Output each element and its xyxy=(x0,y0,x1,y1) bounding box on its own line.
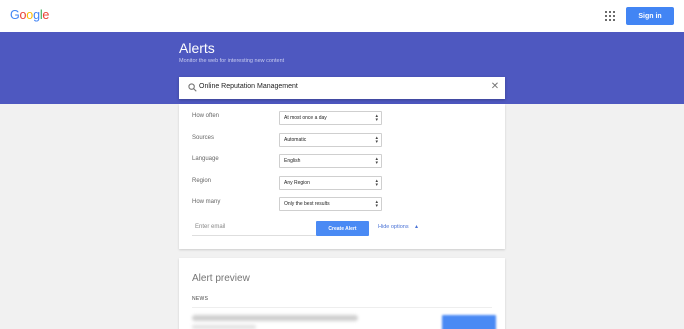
how-often-select[interactable]: At most once a day ▴ ▾ xyxy=(279,111,382,125)
select-arrows-icon: ▴ ▾ xyxy=(375,199,378,209)
logo-letter: o xyxy=(19,8,27,22)
option-row-language: Language English ▴ ▾ xyxy=(192,154,492,168)
logo-letter: o xyxy=(26,8,34,22)
select-arrows-icon: ▴ ▾ xyxy=(375,135,378,145)
option-label: Region xyxy=(192,178,212,184)
apps-grid-icon[interactable] xyxy=(605,11,615,21)
page-subtitle: Monitor the web for interesting new cont… xyxy=(179,58,285,64)
google-logo[interactable]: Google xyxy=(10,8,49,22)
page-title: Alerts xyxy=(179,40,215,56)
create-alert-button[interactable]: Create Alert xyxy=(316,221,369,236)
option-label: How often xyxy=(192,113,220,119)
top-bar: Google Sign in xyxy=(0,0,684,32)
select-arrows-icon: ▴ ▾ xyxy=(375,156,378,166)
logo-letter: g xyxy=(33,8,40,22)
logo-letter: e xyxy=(42,8,50,22)
blurred-result-title xyxy=(192,315,358,321)
sign-in-button[interactable]: Sign in xyxy=(626,7,674,25)
option-label: Sources xyxy=(192,135,215,141)
chevron-up-icon[interactable]: ▴ xyxy=(415,223,418,230)
hide-options-link[interactable]: Hide options xyxy=(378,224,409,230)
option-row-how-often: How often At most once a day ▴ ▾ xyxy=(192,111,492,125)
blurred-result-button xyxy=(442,315,496,329)
close-icon[interactable]: ✕ xyxy=(490,82,500,92)
blurred-result-source xyxy=(192,325,256,329)
divider xyxy=(192,307,492,308)
option-label: How many xyxy=(192,199,221,205)
email-placeholder: Enter email xyxy=(195,224,226,230)
email-field[interactable]: Enter email xyxy=(192,221,316,236)
region-select[interactable]: Any Region ▴ ▾ xyxy=(279,176,382,190)
news-section-label: NEWS xyxy=(192,296,209,302)
alert-query-input[interactable]: Online Reputation Management ✕ xyxy=(179,77,505,99)
alert-preview-card: Alert preview NEWS xyxy=(179,258,505,329)
alert-query-text: Online Reputation Management xyxy=(199,83,298,90)
option-row-how-many: How many Only the best results ▴ ▾ xyxy=(192,197,492,211)
preview-title: Alert preview xyxy=(192,273,250,284)
alert-options-card: How often At most once a day ▴ ▾ Sources … xyxy=(179,104,505,249)
option-row-sources: Sources Automatic ▴ ▾ xyxy=(192,133,492,147)
how-many-select[interactable]: Only the best results ▴ ▾ xyxy=(279,197,382,211)
language-select[interactable]: English ▴ ▾ xyxy=(279,154,382,168)
select-arrows-icon: ▴ ▾ xyxy=(375,113,378,123)
sources-select[interactable]: Automatic ▴ ▾ xyxy=(279,133,382,147)
option-row-region: Region Any Region ▴ ▾ xyxy=(192,176,492,190)
logo-letter: G xyxy=(10,8,20,22)
select-arrows-icon: ▴ ▾ xyxy=(375,178,378,188)
search-icon xyxy=(188,83,197,92)
option-label: Language xyxy=(192,156,219,162)
